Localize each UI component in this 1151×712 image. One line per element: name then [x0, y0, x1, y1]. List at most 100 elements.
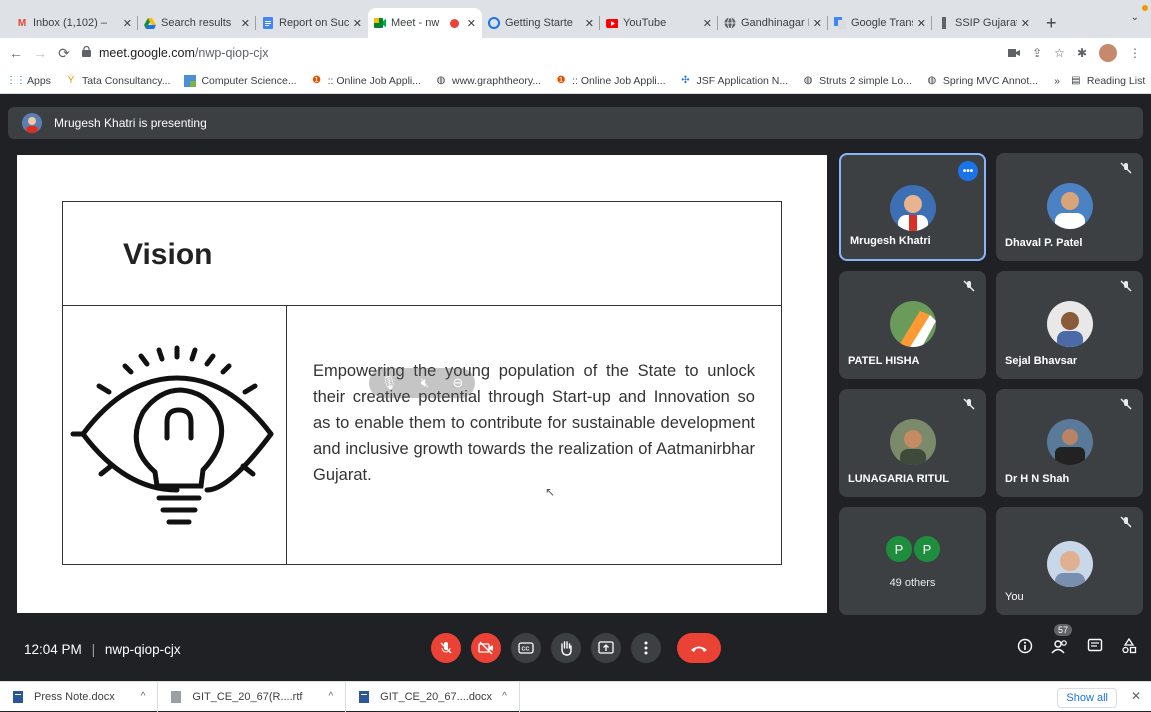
tab-translate[interactable]: Google Transl ✕ — [828, 8, 932, 38]
back-icon[interactable]: ← — [8, 45, 24, 61]
participant-tile-ritul[interactable]: LUNAGARIA RITUL — [839, 389, 986, 497]
bookmark-item[interactable]: ◍ Spring MVC Annot... — [926, 74, 1039, 87]
mic-toggle-button[interactable] — [431, 633, 461, 663]
close-downloads-icon[interactable]: ✕ — [1131, 689, 1141, 703]
share-icon[interactable]: ⇪ — [1032, 46, 1042, 60]
close-tab-icon[interactable]: ✕ — [813, 17, 822, 30]
download-item[interactable]: GIT_CE_20_67....docx ^ — [346, 681, 520, 712]
bookmark-item[interactable]: ❶:: Online Job Appli... — [311, 75, 421, 87]
close-tab-icon[interactable]: ✕ — [467, 17, 476, 30]
more-bookmarks-icon[interactable]: » — [1054, 75, 1060, 87]
avatar — [889, 185, 936, 231]
close-tab-icon[interactable]: ✕ — [585, 17, 594, 30]
chevron-up-icon[interactable]: ^ — [328, 691, 333, 702]
new-tab-icon[interactable]: + — [1036, 8, 1067, 38]
present-screen-button[interactable] — [591, 633, 621, 663]
show-all-button[interactable]: Show all — [1057, 688, 1117, 708]
bookmark-item[interactable]: Computer Science... — [184, 74, 297, 87]
reload-icon[interactable]: ⟳ — [56, 45, 72, 62]
getting-started-icon — [488, 17, 500, 29]
leave-call-button[interactable] — [677, 633, 721, 663]
raise-hand-button[interactable] — [551, 633, 581, 663]
more-options-button[interactable]: ••• — [958, 161, 978, 181]
tab-youtube[interactable]: YouTube ✕ — [600, 8, 718, 38]
mouse-cursor-icon: ↖ — [545, 485, 556, 499]
bookmark-label: Computer Science... — [201, 74, 297, 87]
reading-list[interactable]: ▤ Reading List — [1070, 75, 1145, 87]
bookmark-item[interactable]: ◍ www.graphtheory... — [435, 75, 541, 87]
tab-search-chevron-icon[interactable]: ⌄ — [1131, 12, 1139, 23]
close-tab-icon[interactable]: ✕ — [917, 17, 926, 30]
close-tab-icon[interactable]: ✕ — [1021, 17, 1030, 30]
participant-tile-sejal[interactable]: Sejal Bhavsar — [996, 271, 1143, 379]
bookmark-star-icon[interactable]: ☆ — [1054, 46, 1065, 60]
ssip-icon — [938, 17, 950, 29]
download-item[interactable]: Press Note.docx ^ — [0, 681, 159, 712]
tab-title: Meet - nw — [391, 17, 440, 29]
tab-drive[interactable]: Search results ✕ — [138, 8, 256, 38]
chevron-up-icon[interactable]: ^ — [141, 691, 146, 702]
chevron-up-icon[interactable]: ^ — [502, 691, 507, 702]
avatar — [1046, 183, 1093, 229]
tab-gandhinagar[interactable]: Gandhinagar I ✕ — [718, 8, 828, 38]
menu-kebab-icon[interactable]: ⋮ — [1129, 46, 1141, 60]
close-tab-icon[interactable]: ✕ — [353, 17, 362, 30]
people-icon — [1051, 640, 1067, 654]
bookmark-item[interactable]: ❶:: Online Job Appli... — [555, 75, 666, 87]
profile-avatar[interactable] — [1099, 44, 1117, 62]
url-bar[interactable]: meet.google.com/nwp-qiop-cjx — [82, 45, 269, 60]
tab-getting-started[interactable]: Getting Starte ✕ — [482, 8, 600, 38]
meeting-details-icon[interactable] — [1017, 638, 1033, 659]
close-tab-icon[interactable]: ✕ — [241, 17, 250, 30]
participant-tile-mrugesh[interactable]: ••• Mrugesh Khatri — [839, 153, 986, 261]
participant-tile-you[interactable]: You — [996, 507, 1143, 615]
tab-title: Search results — [161, 17, 232, 29]
avatar — [1046, 301, 1093, 347]
download-item[interactable]: GIT_CE_20_67(R....rtf ^ — [158, 681, 347, 712]
mic-muted-icon — [962, 397, 976, 411]
tab-title: Gandhinagar I — [741, 17, 809, 29]
meet-control-bar: 12:04 PM | nwp-qiop-cjx CC 57 — [0, 624, 1151, 676]
apps-grid-icon: ⋮⋮ — [6, 75, 26, 86]
tab-title: Inbox (1,102) – — [33, 17, 107, 29]
activities-icon[interactable] — [1121, 637, 1137, 659]
participant-tile-others[interactable]: P P 49 others — [839, 507, 986, 615]
avatar-initial: P — [914, 536, 940, 562]
url-domain: meet.google.com — [99, 46, 195, 60]
tab-strip: M Inbox (1,102) – ✕ Search results ✕ Rep… — [0, 0, 1151, 38]
camera-toggle-button[interactable] — [471, 633, 501, 663]
tcs-icon: Ÿ — [67, 75, 75, 86]
forward-icon[interactable]: → — [32, 45, 48, 61]
remove-icon[interactable]: ⊖ — [452, 375, 463, 391]
bookmark-label: Apps — [27, 74, 51, 87]
tab-gmail[interactable]: M Inbox (1,102) – ✕ — [10, 8, 138, 38]
participant-tile-hisha[interactable]: PATEL HISHA — [839, 271, 986, 379]
participant-tile-dhaval[interactable]: Dhaval P. Patel — [996, 153, 1143, 261]
bookmark-item[interactable]: ◍ Struts 2 simple Lo... — [802, 75, 912, 87]
downloads-bar: Press Note.docx ^ GIT_CE_20_67(R....rtf … — [0, 681, 1151, 712]
bookmark-item[interactable]: ✣ JSF Application N... — [680, 74, 789, 87]
bookmark-label: JSF Application N... — [696, 74, 789, 87]
participant-tile-hnshah[interactable]: Dr H N Shah — [996, 389, 1143, 497]
bookmark-item[interactable]: Ÿ Tata Consultancy... — [65, 75, 171, 87]
bookmark-label: Spring MVC Annot... — [942, 74, 1039, 87]
tab-docs[interactable]: Report on Suc ✕ — [256, 8, 368, 38]
tab-ssip[interactable]: SSIP Gujarat ✕ — [932, 8, 1036, 38]
bookmark-apps[interactable]: ⋮⋮ Apps — [6, 74, 51, 87]
close-tab-icon[interactable]: ✕ — [703, 17, 712, 30]
extensions-icon[interactable]: ✱ — [1077, 46, 1087, 60]
speaker-off-icon[interactable]: 🔇︎ — [421, 375, 429, 391]
people-button[interactable]: 57 — [1051, 624, 1073, 659]
captions-button[interactable]: CC — [511, 633, 541, 663]
chat-icon[interactable] — [1087, 638, 1103, 659]
more-options-button[interactable] — [631, 633, 661, 663]
download-filename: GIT_CE_20_67(R....rtf — [192, 690, 303, 703]
cs-icon — [184, 74, 197, 87]
camera-indicator-icon[interactable] — [1008, 46, 1021, 60]
tab-title: YouTube — [623, 17, 667, 29]
download-filename: GIT_CE_20_67....docx — [380, 690, 493, 703]
mic-off-icon[interactable]: 🎙︎ — [381, 375, 398, 391]
lock-icon[interactable] — [82, 45, 91, 60]
close-tab-icon[interactable]: ✕ — [123, 17, 132, 30]
tab-meet-active[interactable]: Meet - nw ✕ — [368, 8, 482, 38]
